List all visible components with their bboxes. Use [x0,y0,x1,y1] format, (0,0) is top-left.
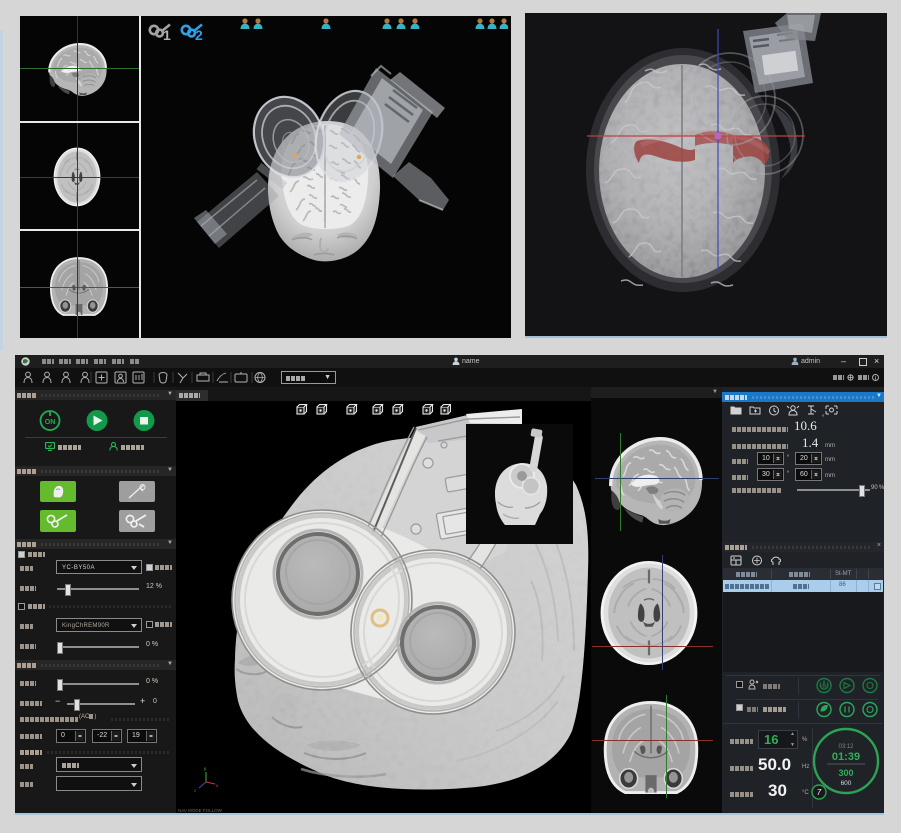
svg-text:300: 300 [838,768,853,778]
svg-text:ON: ON [821,685,829,691]
svg-text:7: 7 [817,788,822,797]
svg-text:x: x [216,783,219,788]
svg-text:y: y [204,766,207,771]
svg-text:01:39: 01:39 [832,751,860,763]
svg-text:600: 600 [841,780,852,787]
svg-text:2: 2 [195,27,203,42]
svg-text:03:12: 03:12 [838,744,854,750]
svg-text:z: z [194,788,197,793]
svg-text:NAV MODE FOLLOW: NAV MODE FOLLOW [178,808,223,813]
svg-text:ON: ON [45,419,56,426]
svg-text:1: 1 [163,27,171,42]
